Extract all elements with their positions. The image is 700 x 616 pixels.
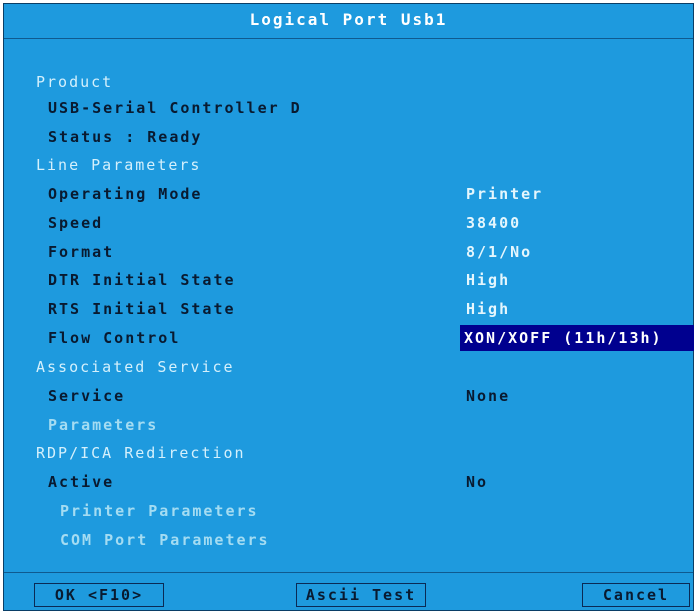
- operating-mode-label[interactable]: Operating Mode: [48, 181, 202, 207]
- speed-label[interactable]: Speed: [48, 210, 103, 236]
- redirection-active-label[interactable]: Active: [48, 469, 114, 495]
- operating-mode-value[interactable]: Printer: [466, 181, 543, 207]
- flow-control-label[interactable]: Flow Control: [48, 325, 180, 351]
- dtr-initial-state-value[interactable]: High: [466, 267, 510, 293]
- section-associated-service-header: Associated Service: [36, 358, 235, 376]
- product-status: Status : Ready: [48, 128, 203, 146]
- dialog-title: Logical Port Usb1: [4, 4, 693, 39]
- section-line-parameters-header: Line Parameters: [36, 156, 202, 174]
- rts-initial-state-value[interactable]: High: [466, 296, 510, 322]
- redirection-active-value[interactable]: No: [466, 469, 488, 495]
- product-name: USB-Serial Controller D: [48, 99, 302, 117]
- section-rdp-ica-redirection-header: RDP/ICA Redirection: [36, 444, 246, 462]
- ok-button[interactable]: OK <F10>: [34, 583, 164, 607]
- service-parameters-item: Parameters: [48, 416, 159, 434]
- flow-control-value[interactable]: XON/XOFF (11h/13h): [464, 325, 663, 351]
- com-port-parameters-item: COM Port Parameters: [60, 531, 270, 549]
- cancel-button[interactable]: Cancel: [582, 583, 690, 607]
- rts-initial-state-label[interactable]: RTS Initial State: [48, 296, 236, 322]
- section-product-header: Product: [36, 73, 114, 91]
- speed-value[interactable]: 38400: [466, 210, 521, 236]
- format-label[interactable]: Format: [48, 239, 114, 265]
- printer-parameters-item: Printer Parameters: [60, 502, 259, 520]
- service-label[interactable]: Service: [48, 383, 125, 409]
- dtr-initial-state-label[interactable]: DTR Initial State: [48, 267, 236, 293]
- button-bar-divider: [4, 572, 693, 573]
- service-value[interactable]: None: [466, 383, 510, 409]
- ascii-test-button[interactable]: Ascii Test: [296, 583, 426, 607]
- format-value[interactable]: 8/1/No: [466, 239, 532, 265]
- logical-port-dialog: Logical Port Usb1 Product USB-Serial Con…: [3, 3, 694, 611]
